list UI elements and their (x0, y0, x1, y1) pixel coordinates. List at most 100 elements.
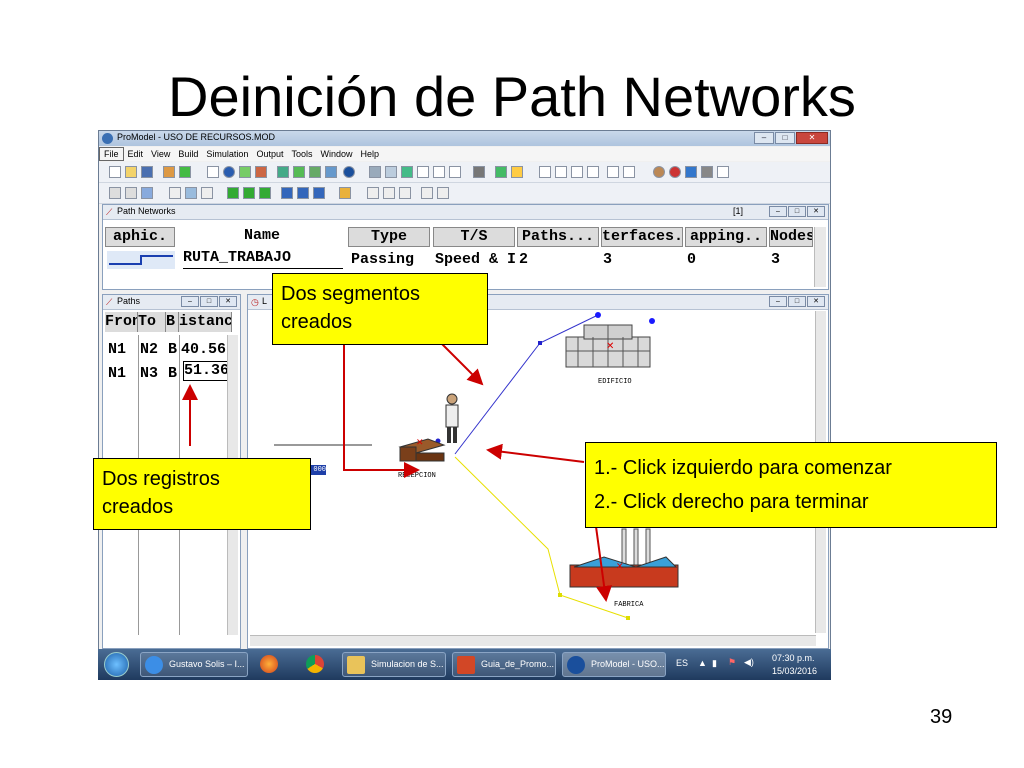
pn-scrollbar[interactable] (814, 227, 826, 287)
menu-tools[interactable]: Tools (287, 147, 316, 161)
network-interfaces-cell[interactable]: 3 (603, 250, 683, 270)
layout-minimize-button[interactable]: – (769, 296, 787, 307)
stat-icon[interactable] (653, 166, 665, 178)
path-bi-cell[interactable]: B (168, 363, 177, 385)
chart-up-icon[interactable] (571, 166, 583, 178)
chrome-icon[interactable] (302, 652, 328, 677)
network-icon[interactable]: ▮ (712, 658, 717, 669)
clock-date[interactable]: 15/03/2016 (772, 666, 817, 676)
a-icon[interactable] (227, 187, 239, 199)
network-type-cell[interactable]: Passing (351, 250, 431, 270)
bars-icon[interactable] (607, 166, 619, 178)
edit-table-icon[interactable] (125, 187, 137, 199)
paste-icon[interactable] (367, 187, 379, 199)
layout-close-button[interactable]: ✕ (807, 296, 825, 307)
table-icon[interactable] (109, 187, 121, 199)
layout-horizontal-scrollbar[interactable] (250, 635, 816, 646)
animate-icon[interactable] (511, 166, 523, 178)
view-icon[interactable] (185, 187, 197, 199)
variable-icon[interactable] (325, 166, 337, 178)
open-folder-icon[interactable] (125, 166, 137, 178)
chart-down-icon[interactable] (587, 166, 599, 178)
path-from-cell[interactable]: N1 (108, 339, 126, 361)
rectangle-icon[interactable] (207, 166, 219, 178)
network-paths-cell[interactable]: 2 (519, 250, 599, 270)
settings-icon[interactable] (701, 166, 713, 178)
firefox-icon[interactable] (256, 652, 282, 677)
col-bi[interactable]: B. (166, 312, 179, 332)
zoom-out-icon[interactable] (555, 166, 567, 178)
path-from-cell[interactable]: N1 (108, 363, 126, 385)
language-indicator[interactable]: ES (676, 658, 688, 668)
col-name[interactable]: Name (179, 227, 345, 247)
layout-icon[interactable] (369, 166, 381, 178)
menu-simulation[interactable]: Simulation (202, 147, 252, 161)
v-icon[interactable] (243, 187, 255, 199)
paths-maximize-button[interactable]: □ (200, 296, 218, 307)
network-nodes-cell[interactable]: 3 (771, 250, 811, 270)
path-distance-cell[interactable]: 40.56 (181, 339, 231, 361)
copy-icon[interactable] (401, 166, 413, 178)
run-icon[interactable] (417, 166, 429, 178)
col-paths[interactable]: Paths... (517, 227, 599, 247)
col-type[interactable]: Type (348, 227, 430, 247)
action-center-icon[interactable]: ⚑ (728, 657, 736, 668)
path-distance-cell[interactable]: 51.36 (183, 361, 229, 381)
paths-minimize-button[interactable]: – (181, 296, 199, 307)
list-icon[interactable] (399, 187, 411, 199)
app-titlebar[interactable]: ProModel - USO DE RECURSOS.MOD – □ ✕ (99, 131, 830, 146)
lines-icon[interactable] (623, 166, 635, 178)
save-icon[interactable] (141, 166, 153, 178)
menu-window[interactable]: Window (316, 147, 356, 161)
zoom-in-icon[interactable] (539, 166, 551, 178)
entity-icon[interactable] (255, 166, 267, 178)
col-to[interactable]: To (138, 312, 166, 332)
pn-maximize-button[interactable]: □ (788, 206, 806, 217)
close-button[interactable]: ✕ (796, 132, 828, 144)
flag-icon[interactable] (421, 187, 433, 199)
maximize-button[interactable]: □ (775, 132, 795, 144)
col-interfaces[interactable]: terfaces. (601, 227, 683, 247)
y-icon[interactable] (259, 187, 271, 199)
col-nodes[interactable]: Nodes (769, 227, 813, 247)
network-mapping-cell[interactable]: 0 (687, 250, 767, 270)
minimize-button[interactable]: – (754, 132, 774, 144)
stop-icon[interactable] (449, 166, 461, 178)
key-icon[interactable] (169, 187, 181, 199)
taskbar-ie-button[interactable]: Gustavo Solis – I... (140, 652, 248, 677)
info-icon[interactable] (343, 166, 355, 178)
col-distance[interactable]: istanc (179, 312, 232, 332)
globe-icon[interactable] (669, 166, 681, 178)
pn-minimize-button[interactable]: – (769, 206, 787, 217)
menu-output[interactable]: Output (252, 147, 287, 161)
grid-icon[interactable] (473, 166, 485, 178)
network-ts-cell[interactable]: Speed & I (435, 250, 515, 270)
export-icon[interactable] (141, 187, 153, 199)
print-icon[interactable] (717, 166, 729, 178)
taskbar-promodel-button[interactable]: ProModel - USO... (562, 652, 666, 677)
u-icon[interactable] (313, 187, 325, 199)
path-to-cell[interactable]: N2 (140, 339, 158, 361)
m-icon[interactable] (281, 187, 293, 199)
col-graphic[interactable]: aphic. (105, 227, 175, 247)
graphic-cell[interactable] (107, 251, 175, 269)
col-ts[interactable]: T/S (433, 227, 515, 247)
resource-icon[interactable] (293, 166, 305, 178)
network-name-cell[interactable]: RUTA_TRABAJO (183, 248, 343, 269)
col-mapping[interactable]: apping.. (685, 227, 767, 247)
lock-icon[interactable] (339, 187, 351, 199)
circle-icon[interactable] (223, 166, 235, 178)
path-icon[interactable] (309, 166, 321, 178)
menu-help[interactable]: Help (357, 147, 384, 161)
paths-close-button[interactable]: ✕ (219, 296, 237, 307)
merge-icon[interactable] (163, 166, 175, 178)
col-from[interactable]: Fron (105, 312, 138, 332)
path-to-cell[interactable]: N3 (140, 363, 158, 385)
windows-icon[interactable] (385, 166, 397, 178)
menu-file[interactable]: File (99, 147, 124, 161)
options-icon[interactable] (685, 166, 697, 178)
scenario-icon[interactable] (495, 166, 507, 178)
menu-view[interactable]: View (147, 147, 174, 161)
taskbar-powerpoint-button[interactable]: Guia_de_Promo... (452, 652, 556, 677)
pause-icon[interactable] (433, 166, 445, 178)
